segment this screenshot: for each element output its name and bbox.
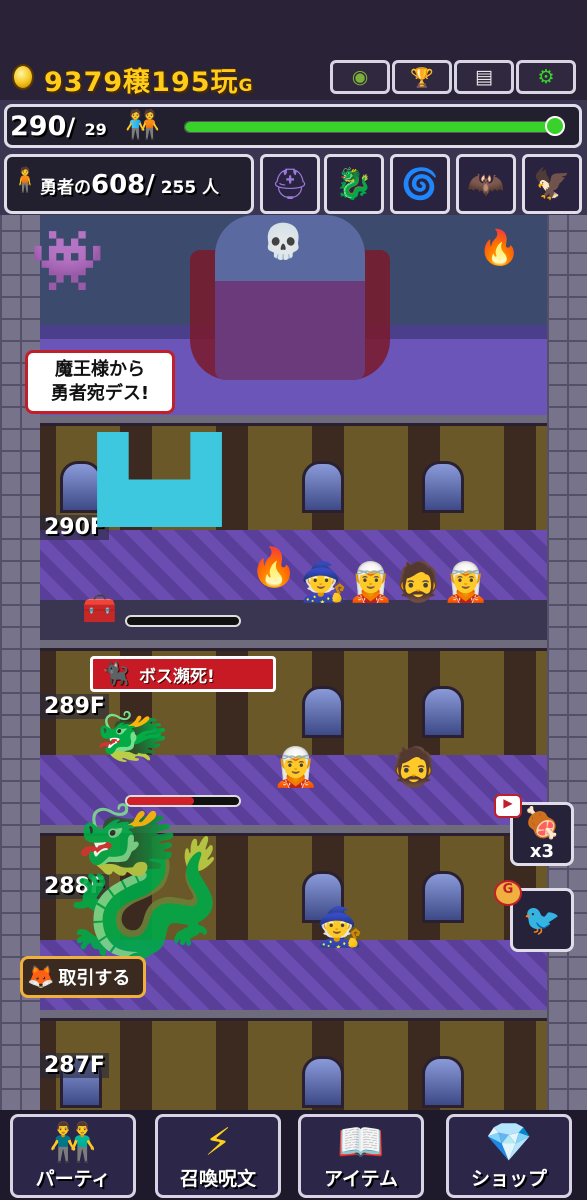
video-ad-icon: ▶ [494, 794, 522, 818]
globe-button[interactable]: ◉ [330, 60, 390, 94]
hero-sprite-288: 🧙 [316, 905, 364, 949]
party-icon: 👬 [49, 1120, 97, 1164]
current-floor-value: 290 [10, 111, 67, 142]
ranking-button[interactable]: 🏆 [392, 60, 452, 94]
dragon-monster-icon: 🐉 [335, 166, 373, 202]
hero-label: 勇者の [40, 178, 91, 198]
right-stone-wall [547, 215, 587, 1112]
hero-party-sprites-290: 🧙🧝🧔🧝 [300, 560, 490, 604]
diamond-icon: 💎 [485, 1120, 533, 1164]
currency-second-value: 195 [151, 67, 211, 98]
succubus-monster-icon: 🦇 [467, 166, 505, 202]
summon-menu-label: 召喚呪文 [179, 1168, 256, 1190]
currency-unit-2: 玩 [210, 67, 239, 98]
globe-icon: ◉ [351, 66, 369, 88]
currency-unit-1: 穣 [123, 67, 152, 98]
hero-sprite-289b: 🧔 [390, 745, 438, 789]
torch-icon: 🔥 [478, 228, 521, 268]
shop-menu-button[interactable]: 💎 ショップ [446, 1114, 572, 1198]
hero-max-value: 255 [160, 178, 197, 198]
fire-hero-sprite: 🔥 [250, 545, 298, 589]
gargoyle-messenger-icon[interactable]: 👾 [30, 225, 105, 296]
speech-line-2: 勇者宛デス! [50, 383, 150, 404]
dragon-monster-slot[interactable]: 🐉 [324, 154, 384, 214]
eagle-monster-slot[interactable]: 🦅 [522, 154, 582, 214]
item-menu-button[interactable]: 📖 アイテム [298, 1114, 424, 1198]
currency-suffix: G [238, 76, 254, 96]
eagle-monster-icon: 🦅 [533, 166, 571, 202]
shop-menu-label: ショップ [470, 1168, 547, 1190]
party-menu-button[interactable]: 👬 パーティ [10, 1114, 136, 1198]
book-icon: 📖 [337, 1120, 385, 1164]
hero-count-value: 608 [91, 170, 146, 200]
black-cat-icon: 🐈‍⬛ [102, 661, 130, 687]
floor-progress-bar [184, 116, 565, 136]
speech-line-1: 魔王様から [55, 359, 145, 380]
hero-sprite-289a: 🧝 [272, 745, 320, 789]
currency-display: 9379穣195玩G [44, 60, 254, 99]
boss-hp-bar-290 [125, 615, 241, 627]
knight-monster-icon: ⛑ [270, 166, 310, 202]
messenger-speech-bubble[interactable]: 魔王様から 勇者宛デス! [25, 350, 175, 414]
notice-button[interactable]: ▤ [454, 60, 514, 94]
floor-progress-knob [545, 116, 565, 136]
treasure-chest-icon[interactable]: 🧰 [82, 592, 117, 625]
knight-monster-slot[interactable]: ⛑ [260, 154, 320, 214]
floor-max-value: 29 [84, 120, 107, 139]
tetromino-boss-sprite[interactable]: ▙▟ [98, 440, 221, 520]
succubus-monster-slot[interactable]: 🦇 [456, 154, 516, 214]
gold-coin-icon [12, 64, 34, 90]
serpent-monster-slot[interactable]: 🌀 [390, 154, 450, 214]
floor-progress-fill [185, 122, 561, 132]
golden-dragon-boss-sprite[interactable]: 🐲 [95, 700, 170, 771]
party-sprites-icon: 🧑‍🤝‍🧑 [125, 108, 160, 141]
lightning-icon: ⚡ [204, 1120, 232, 1164]
meat-icon: 🍖 [523, 806, 561, 841]
settings-button[interactable]: ⚙ [516, 60, 576, 94]
gear-icon: ⚙ [537, 66, 555, 88]
floor-label-287: 287F [40, 1053, 109, 1078]
serpent-monster-icon: 🌀 [401, 166, 439, 202]
trade-button[interactable]: 🦊 取引する [20, 956, 146, 998]
currency-main-value: 9379 [44, 67, 124, 98]
trade-button-label: 取引する [58, 968, 131, 989]
floor-progress-text: 290/ 29 [10, 111, 107, 142]
trophy-icon: 🏆 [410, 66, 434, 89]
item-menu-label: アイテム [323, 1168, 399, 1190]
floor-287 [40, 1010, 547, 1110]
summon-menu-button[interactable]: ⚡ 召喚呪文 [155, 1114, 281, 1198]
hero-unit: 人 [202, 178, 220, 198]
boss-dying-text: ボス瀕死! [139, 666, 215, 687]
hero-icon: 🧍 [10, 166, 40, 194]
merchant-icon: 🦊 [27, 964, 55, 990]
document-icon: ▤ [475, 66, 493, 88]
twitter-bird-icon: 🐦 [523, 902, 561, 938]
fire-dragon-sprite[interactable]: 🐉 [50, 810, 237, 960]
skull-icon: 💀 [262, 222, 305, 262]
party-menu-label: パーティ [35, 1168, 111, 1190]
boss-dying-banner: 🐈‍⬛ ボス瀕死! [90, 656, 276, 692]
hero-count-text: 勇者の608/ 255 人 [40, 170, 220, 200]
gold-badge-icon: G [494, 880, 522, 906]
meat-multiplier: x3 [529, 841, 555, 862]
